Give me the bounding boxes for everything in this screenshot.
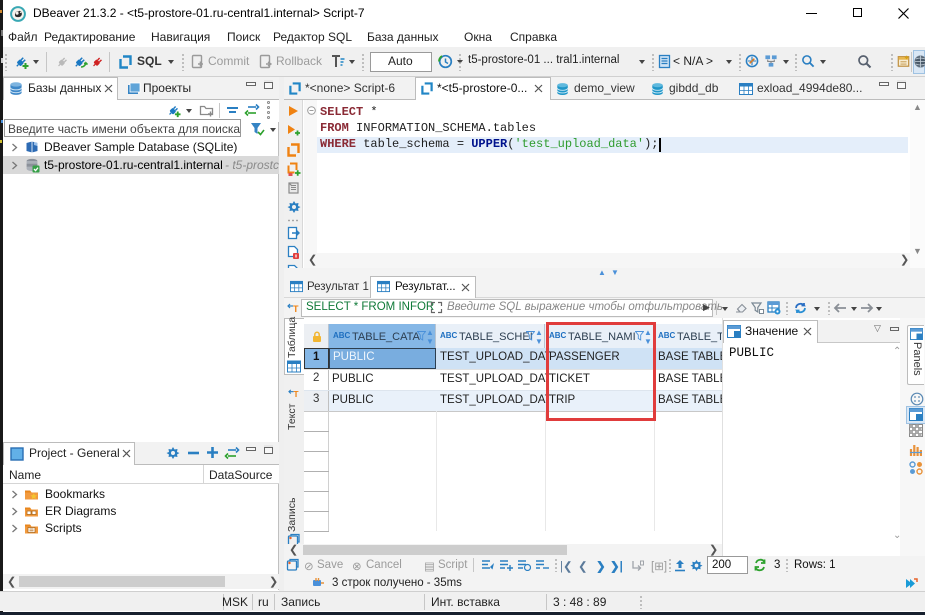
svg-text:T: T — [294, 390, 299, 399]
svg-text:T: T — [293, 304, 299, 314]
